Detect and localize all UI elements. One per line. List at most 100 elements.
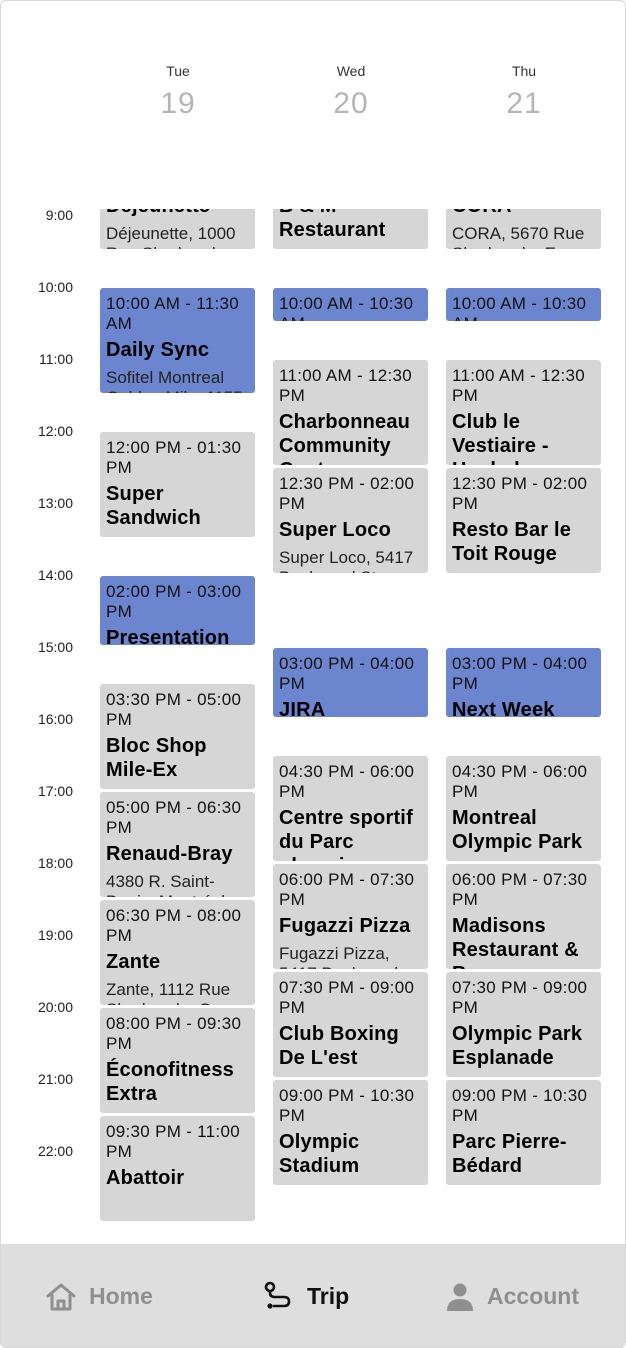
event-card[interactable]: 08:00 PM - 09:30 PM Éconofitness Extra 714… bbox=[100, 1008, 255, 1113]
event-title: CORA bbox=[452, 209, 595, 218]
event-time: 07:30 PM - 09:00 PM bbox=[452, 978, 588, 1017]
event-address: 6251 Rue bbox=[279, 1076, 422, 1077]
hour-label: 22:00 bbox=[37, 1143, 73, 1159]
event-time: 10:00 AM - 10:30 AM bbox=[279, 294, 414, 321]
calendar-grid[interactable]: 8:009:0010:0011:0012:0013:0014:0015:0016… bbox=[1, 209, 625, 1245]
event-time: 03:30 PM - 05:00 PM bbox=[106, 690, 242, 729]
event-time: 12:30 PM - 02:00 PM bbox=[279, 474, 415, 513]
event-card[interactable]: 09:30 PM - 11:00 PM Abattoir bbox=[100, 1116, 255, 1221]
event-card[interactable]: 11:00 AM - 12:30 PM Charbonneau Community… bbox=[273, 360, 428, 465]
hour-label: 12:00 bbox=[37, 423, 73, 439]
event-card[interactable]: 06:00 PM - 07:30 PM Fugazzi Pizza Fugazzi … bbox=[273, 864, 428, 969]
event-card[interactable]: 08:00 AM - 09:30 AMCORACORA, 5670 Rue Sh… bbox=[446, 209, 601, 249]
event-time: 09:30 PM - 11:00 PM bbox=[106, 1122, 240, 1161]
event-title: Éconofitness Extra bbox=[106, 1059, 234, 1105]
event-title: Next Week bbox=[452, 699, 555, 717]
tab-trip-label: Trip bbox=[307, 1283, 350, 1309]
day-name: Thu bbox=[511, 63, 537, 79]
tab-trip[interactable]: Trip bbox=[263, 1244, 350, 1347]
day-header-thu: Thu 21 bbox=[446, 63, 602, 121]
hour-label: 16:00 bbox=[37, 711, 73, 727]
event-time: 08:00 PM - 09:30 PM bbox=[106, 1014, 242, 1053]
event-card[interactable]: 05:00 PM - 06:30 PM Renaud-Bray 4380 R. Sa… bbox=[100, 792, 255, 897]
route-icon bbox=[263, 1281, 295, 1313]
hour-label: 20:00 bbox=[37, 999, 73, 1015]
event-title: JIRA bbox=[279, 699, 326, 717]
event-time: 10:00 AM - 11:30 AM bbox=[106, 294, 240, 333]
event-title: Super Loco bbox=[279, 519, 392, 541]
event-title: Charbonneau Community Center bbox=[279, 411, 411, 465]
event-card[interactable]: 03:30 PM - 05:00 PM Bloc Shop Mile-Ex 6785… bbox=[100, 684, 255, 789]
event-title: B & M Restaurant bbox=[279, 209, 386, 241]
event-title: Madisons Restaurant & Bar bbox=[452, 915, 579, 969]
app-frame: Tue 19 Wed 20 Thu 21 8:009:0010:0011:001… bbox=[0, 0, 626, 1348]
hour-label: 13:00 bbox=[37, 495, 73, 511]
event-address: 7140 St-Denis bbox=[106, 1112, 249, 1113]
event-address: B & M Restaurant bbox=[279, 248, 422, 249]
event-address: Zante, 1112 Rue Sherbrooke O bbox=[106, 980, 231, 1005]
event-title: Parc Pierre-Bédard bbox=[452, 1131, 567, 1177]
event-card[interactable]: 12:30 PM - 02:00 PM Resto Bar le Toit Rou… bbox=[446, 468, 601, 573]
event-title: Bloc Shop Mile-Ex bbox=[106, 735, 207, 781]
event-address: 4380 R. Saint-Denis, Montréal bbox=[106, 872, 225, 897]
event-card[interactable]: 10:00 AM - 10:30 AM bbox=[273, 288, 428, 321]
event-card[interactable]: 04:30 PM - 06:00 PM Montreal Olympic Park… bbox=[446, 756, 601, 861]
event-title: Presentation bbox=[106, 627, 230, 645]
event-title: Déjeunette bbox=[106, 209, 249, 218]
event-time: 03:00 PM - 04:00 PM bbox=[452, 654, 588, 693]
event-title: Centre sportif du Parc olympique bbox=[279, 807, 413, 861]
event-card[interactable]: 09:00 PM - 10:30 PM Parc Pierre-Bédard bbox=[446, 1080, 601, 1185]
event-title: Daily Sync bbox=[106, 339, 210, 361]
event-card[interactable]: 02:00 PM - 03:00 PM Presentation bbox=[100, 576, 255, 645]
event-card[interactable]: 07:30 PM - 09:00 PM Club Boxing De L'est 6… bbox=[273, 972, 428, 1077]
event-time: 09:00 PM - 10:30 PM bbox=[279, 1086, 415, 1125]
event-card[interactable]: 11:00 AM - 12:30 PM Club le Vestiaire - H… bbox=[446, 360, 601, 465]
event-card[interactable]: 06:00 PM - 07:30 PM Madisons Restaurant &… bbox=[446, 864, 601, 969]
event-address: CORA, 5670 Rue Sherbrooke E bbox=[452, 224, 585, 249]
hour-label: 21:00 bbox=[37, 1071, 73, 1087]
event-title: Club le Vestiaire - Hochelaga bbox=[452, 411, 555, 465]
event-address: Fugazzi Pizza, 5417 Boulevard bbox=[279, 944, 398, 969]
event-title: Super Sandwich bbox=[106, 483, 201, 529]
event-time: 05:00 PM - 06:30 PM bbox=[106, 798, 242, 837]
event-time: 04:30 PM - 06:00 PM bbox=[279, 762, 415, 801]
day-header-wed: Wed 20 bbox=[273, 63, 429, 121]
hour-label: 9:00 bbox=[45, 209, 73, 223]
event-card[interactable]: 07:30 PM - 09:00 PM Olympic Park Esplanad… bbox=[446, 972, 601, 1077]
day-header-tue: Tue 19 bbox=[100, 63, 256, 121]
event-time: 07:30 PM - 09:00 PM bbox=[279, 978, 415, 1017]
tab-home-label: Home bbox=[89, 1283, 153, 1309]
event-card[interactable]: 04:30 PM - 06:00 PM Centre sportif du Par… bbox=[273, 756, 428, 861]
event-time: 11:00 AM - 12:30 PM bbox=[279, 366, 413, 405]
tab-home[interactable]: Home bbox=[45, 1244, 153, 1347]
event-card[interactable]: 12:00 PM - 01:30 PM Super Sandwich Super S… bbox=[100, 432, 255, 537]
event-title: Club Boxing De L'est bbox=[279, 1023, 399, 1069]
event-title: Olympic Stadium bbox=[279, 1131, 360, 1177]
event-time: 03:00 PM - 04:00 PM bbox=[279, 654, 415, 693]
event-card[interactable]: 12:30 PM - 02:00 PM Super Loco Super Loco,… bbox=[273, 468, 428, 573]
event-card[interactable]: 03:00 PM - 04:00 PM JIRA bbox=[273, 648, 428, 717]
event-address: Super Loco, 5417 Boulevard St bbox=[279, 548, 414, 573]
hour-label: 18:00 bbox=[37, 855, 73, 871]
hour-label: 19:00 bbox=[37, 927, 73, 943]
event-title: Montreal Olympic Park bbox=[452, 807, 583, 853]
event-address: Resto Bar le Toit Rouge bbox=[452, 572, 595, 573]
event-card[interactable]: 10:00 AM - 11:30 AM Daily Sync Sofitel Mon… bbox=[100, 288, 255, 393]
event-card[interactable]: 08:00 AM - 09:30 AMDéjeunetteDéjeunette,… bbox=[100, 209, 255, 249]
event-card[interactable]: 03:00 PM - 04:00 PM Next Week bbox=[446, 648, 601, 717]
event-address: Déjeunette, 1000 Rue Sherbrooke bbox=[106, 224, 236, 249]
event-address: Super Sandwich bbox=[106, 536, 249, 537]
event-title: Abattoir bbox=[106, 1167, 185, 1189]
tab-account-label: Account bbox=[487, 1283, 579, 1309]
event-title: Renaud-Bray bbox=[106, 843, 233, 865]
event-card[interactable]: 10:00 AM - 10:30 AM bbox=[446, 288, 601, 321]
event-card[interactable]: 06:30 PM - 08:00 PM Zante Zante, 1112 Rue … bbox=[100, 900, 255, 1005]
event-card[interactable]: 08:00 AM - 09:30 AMB & M RestaurantB & M… bbox=[273, 209, 428, 249]
tab-account[interactable]: Account bbox=[445, 1244, 579, 1347]
event-title: Resto Bar le Toit Rouge bbox=[452, 519, 572, 565]
day-number: 21 bbox=[506, 87, 542, 120]
event-address: 6785 St bbox=[106, 788, 249, 789]
day-name: Wed bbox=[336, 63, 366, 79]
event-card[interactable]: 09:00 PM - 10:30 PM Olympic Stadium bbox=[273, 1080, 428, 1185]
event-time: 04:30 PM - 06:00 PM bbox=[452, 762, 588, 801]
